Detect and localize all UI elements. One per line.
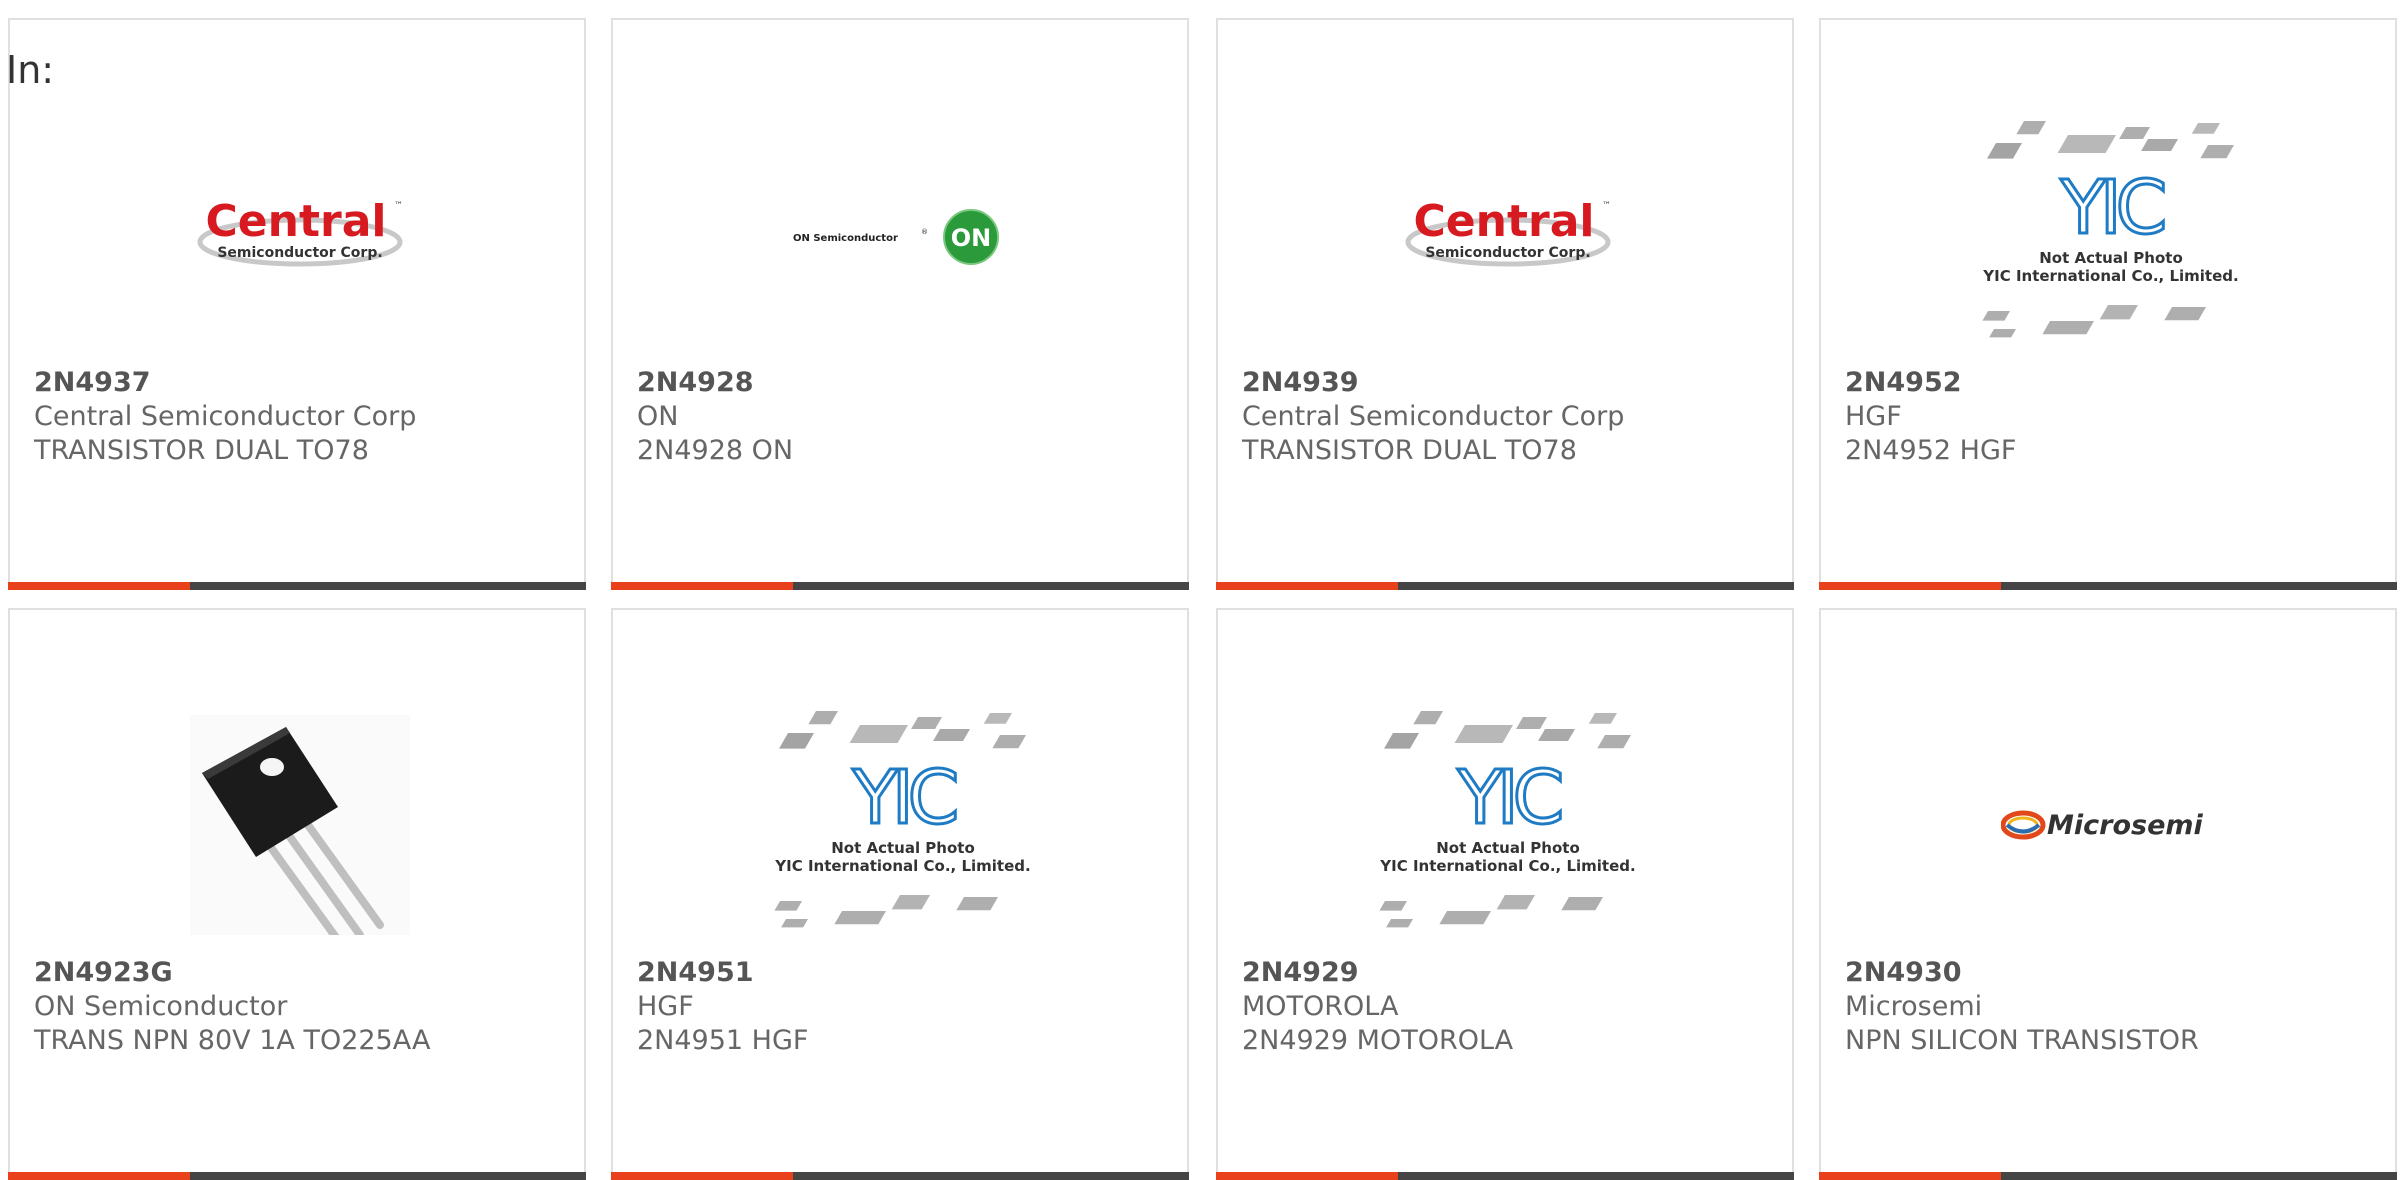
svg-text:Not Actual Photo: Not Actual Photo — [1436, 839, 1580, 857]
product-card[interactable]: Central ™ Semiconductor Corp. 2N4937 Cent… — [8, 18, 586, 590]
card-footer-bar — [1819, 582, 2397, 590]
product-info: 2N4939 Central Semiconductor Corp TRANSIST… — [1242, 366, 1624, 468]
description-label: 2N4952 HGF — [1845, 435, 2017, 466]
svg-text:Semiconductor Corp.: Semiconductor Corp. — [217, 245, 382, 261]
part-number-link[interactable]: 2N4951 — [637, 956, 808, 990]
product-image[interactable]: Central ™ Semiconductor Corp. — [1318, 105, 1698, 365]
svg-text:ON: ON — [951, 224, 992, 252]
product-card[interactable]: YIC Not Actual Photo YIC International C… — [1819, 18, 2397, 590]
svg-text:Not Actual Photo: Not Actual Photo — [831, 839, 975, 857]
manufacturer-label: ON — [637, 401, 679, 432]
on-semiconductor-logo-icon: ON Semiconductor ® ON — [793, 209, 999, 265]
product-image[interactable]: Central ™ Semiconductor Corp. — [110, 105, 490, 365]
product-info: 2N4928 ON 2N4928 ON — [637, 366, 793, 468]
microsemi-logo-icon: Microsemi — [2001, 810, 2204, 841]
product-card[interactable]: 2N4923G ON Semiconductor TRANS NPN 80V 1A … — [8, 608, 586, 1180]
description-label: TRANSISTOR DUAL TO78 — [34, 435, 369, 466]
svg-text:™: ™ — [394, 201, 403, 211]
manufacturer-label: Central Semiconductor Corp — [34, 401, 417, 432]
svg-text:™: ™ — [1602, 201, 1611, 211]
card-footer-bar — [8, 1172, 586, 1180]
product-image[interactable]: ON Semiconductor ® ON — [713, 105, 1093, 365]
svg-text:YIC: YIC — [1457, 755, 1561, 841]
product-card[interactable]: ON Semiconductor ® ON 2N4928 ON 2N4928 ON — [611, 18, 1189, 590]
manufacturer-label: HGF — [637, 991, 694, 1022]
description-label: 2N4928 ON — [637, 435, 794, 466]
svg-text:YIC: YIC — [2060, 165, 2164, 251]
product-info: 2N4930 Microsemi NPN SILICON TRANSISTOR — [1845, 956, 2199, 1058]
manufacturer-label: MOTOROLA — [1242, 991, 1399, 1022]
product-info: 2N4929 MOTOROLA 2N4929 MOTOROLA — [1242, 956, 1513, 1058]
description-label: 2N4951 HGF — [637, 1025, 809, 1056]
card-footer-bar — [1819, 1172, 2397, 1180]
manufacturer-label: HGF — [1845, 401, 1902, 432]
svg-text:Central: Central — [1414, 196, 1595, 247]
product-card[interactable]: Microsemi 2N4930 Microsemi NPN SILICON TRA… — [1819, 608, 2397, 1180]
product-card[interactable]: YIC Not Actual Photo YIC International C… — [1216, 608, 1794, 1180]
part-number-link[interactable]: 2N4928 — [637, 366, 793, 400]
description-label: NPN SILICON TRANSISTOR — [1845, 1025, 2199, 1056]
product-image[interactable]: YIC Not Actual Photo YIC International C… — [713, 695, 1093, 955]
manufacturer-label: Microsemi — [1845, 991, 1983, 1022]
product-info: 2N4923G ON Semiconductor TRANS NPN 80V 1A … — [34, 956, 430, 1058]
svg-text:YIC International Co., Limited: YIC International Co., Limited. — [774, 857, 1030, 875]
part-number-link[interactable]: 2N4952 — [1845, 366, 2016, 400]
product-image[interactable]: YIC Not Actual Photo YIC International C… — [1921, 105, 2301, 365]
svg-text:Not Actual Photo: Not Actual Photo — [2039, 249, 2183, 267]
product-grid: Central ™ Semiconductor Corp. 2N4937 Cent… — [0, 0, 2400, 1180]
card-footer-bar — [1216, 582, 1794, 590]
yic-placeholder-image: YIC Not Actual Photo YIC International C… — [1379, 711, 1636, 928]
svg-text:®: ® — [921, 228, 928, 236]
svg-text:Microsemi: Microsemi — [2047, 810, 2204, 841]
part-number-link[interactable]: 2N4930 — [1845, 956, 2199, 990]
svg-text:YIC International Co., Limited: YIC International Co., Limited. — [1982, 267, 2238, 285]
card-accent-strip — [611, 1172, 793, 1180]
product-info: 2N4951 HGF 2N4951 HGF — [637, 956, 808, 1058]
manufacturer-label: ON Semiconductor — [34, 991, 288, 1022]
svg-text:Central: Central — [206, 196, 387, 247]
description-label: 2N4929 MOTOROLA — [1242, 1025, 1514, 1056]
part-number-link[interactable]: 2N4929 — [1242, 956, 1513, 990]
card-accent-strip — [1819, 1172, 2001, 1180]
product-image[interactable]: YIC Not Actual Photo YIC International C… — [1318, 695, 1698, 955]
part-number-link[interactable]: 2N4937 — [34, 366, 416, 400]
product-info: 2N4937 Central Semiconductor Corp TRANSIST… — [34, 366, 416, 468]
card-accent-strip — [8, 582, 190, 590]
in-label: In: — [6, 48, 55, 92]
manufacturer-label: Central Semiconductor Corp — [1242, 401, 1625, 432]
card-accent-strip — [1819, 582, 2001, 590]
product-card[interactable]: Central ™ Semiconductor Corp. 2N4939 Cent… — [1216, 18, 1794, 590]
yic-placeholder-image: YIC Not Actual Photo YIC International C… — [1982, 121, 2239, 338]
central-logo-icon: Central ™ Semiconductor Corp. — [1405, 196, 1611, 267]
card-footer-bar — [1216, 1172, 1794, 1180]
card-footer-bar — [611, 1172, 1189, 1180]
description-label: TRANS NPN 80V 1A TO225AA — [34, 1025, 431, 1056]
central-logo-icon: Central ™ Semiconductor Corp. — [197, 196, 403, 267]
product-image[interactable] — [110, 695, 490, 955]
part-number-link[interactable]: 2N4939 — [1242, 366, 1624, 400]
card-footer-bar — [611, 582, 1189, 590]
product-info: 2N4952 HGF 2N4952 HGF — [1845, 366, 2016, 468]
product-image[interactable]: Microsemi — [1921, 695, 2301, 955]
card-accent-strip — [611, 582, 793, 590]
card-accent-strip — [8, 1172, 190, 1180]
card-footer-bar — [8, 582, 586, 590]
to225-transistor-image — [190, 715, 410, 935]
svg-text:YIC International Co., Limited: YIC International Co., Limited. — [1379, 857, 1635, 875]
yic-placeholder-image: YIC Not Actual Photo YIC International C… — [774, 711, 1031, 928]
card-accent-strip — [1216, 1172, 1398, 1180]
part-number-link[interactable]: 2N4923G — [34, 956, 430, 990]
product-card[interactable]: YIC Not Actual Photo YIC International C… — [611, 608, 1189, 1180]
svg-text:ON Semiconductor: ON Semiconductor — [793, 233, 898, 244]
svg-text:Semiconductor Corp.: Semiconductor Corp. — [1425, 245, 1590, 261]
svg-text:YIC: YIC — [852, 755, 956, 841]
card-accent-strip — [1216, 582, 1398, 590]
description-label: TRANSISTOR DUAL TO78 — [1242, 435, 1577, 466]
